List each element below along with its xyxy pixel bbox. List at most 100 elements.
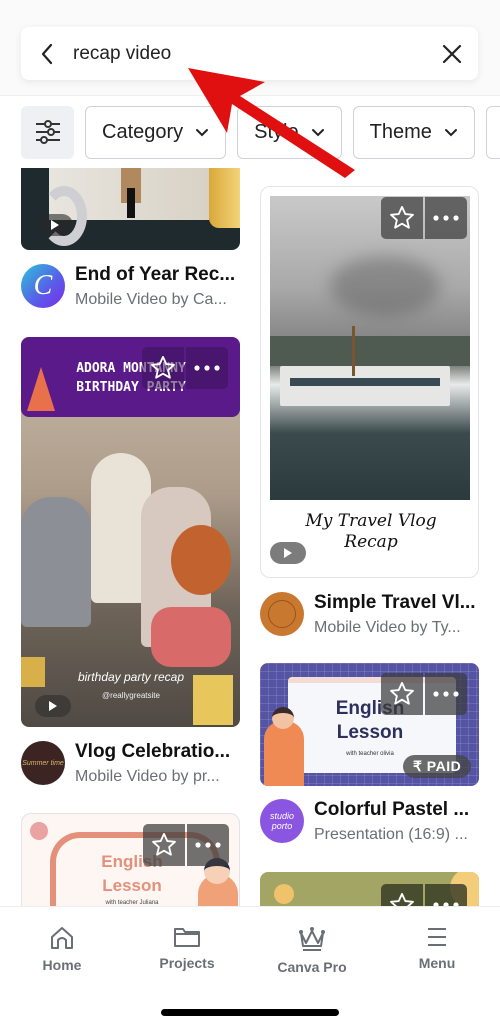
sliders-icon [35,120,60,144]
template-thumbnail[interactable]: English Lesson with teacher Juliana [21,813,240,906]
avatar-letter: C [33,270,53,301]
template-thumbnail[interactable] [260,872,479,906]
chevron-down-icon [444,128,457,136]
chevron-left-icon [41,43,53,64]
filter-chip-theme[interactable]: Theme [352,105,475,159]
nav-projects[interactable]: Projects [137,925,237,971]
creator-avatar [260,592,304,636]
app-screen: Category Style Theme [0,0,500,1027]
card-subtitle: Mobile Video by Ca... [75,291,227,308]
filter-settings-button[interactable] [21,105,74,159]
card-actions [142,347,228,389]
creator-avatar: studio porto [260,799,304,843]
home-icon [51,927,73,949]
card-title[interactable]: Simple Travel Vl... [314,592,476,614]
result-card[interactable]: ADORA MONTANNY BIRTHDAY PARTY birthday p… [21,337,240,797]
more-options-button[interactable] [425,884,467,906]
more-options-button[interactable] [187,824,229,866]
star-icon [151,355,175,379]
nav-label: Menu [418,955,456,971]
more-options-button[interactable] [186,347,228,389]
favorite-button[interactable] [143,824,185,866]
thumbnail-handle: @reallygreatsite [102,691,160,700]
avatar-text: Summer time [22,759,64,767]
result-card[interactable]: My Travel Vlog Recap Simple Travel Vl...… [260,186,479,656]
video-indicator [37,214,73,236]
filter-chip-style[interactable]: Style [237,105,342,159]
card-actions [381,884,467,906]
search-input[interactable] [73,42,426,65]
thumbnail-caption: with teacher olivia [346,751,394,757]
search-bar [21,27,478,80]
avatar-text: studio porto [269,811,295,831]
thumbnail-caption: birthday party recap [77,670,185,684]
search-header [0,0,500,96]
template-thumbnail[interactable] [21,168,240,250]
card-actions [143,824,229,866]
star-icon [390,205,414,229]
template-thumbnail[interactable]: English Lesson with teacher olivia ₹ PAI… [260,663,479,786]
card-subtitle: Mobile Video by Ty... [314,619,461,636]
card-title[interactable]: End of Year Rec... [75,264,235,286]
favorite-button[interactable] [381,884,423,906]
video-indicator [35,695,71,717]
filter-bar: Category Style Theme [0,96,500,168]
nav-menu[interactable]: Menu [387,925,487,971]
paid-badge: ₹ PAID [403,755,472,778]
crown-icon [299,927,325,951]
chip-label: Style [254,120,299,143]
chip-label: Theme [369,120,432,143]
nav-home[interactable]: Home [12,925,112,973]
clear-search-button[interactable] [426,27,478,80]
nav-label: Home [42,957,82,973]
favorite-button[interactable] [381,673,423,715]
filter-chip-category[interactable]: Category [85,105,227,159]
filter-chip-more[interactable] [485,105,500,159]
nav-label: Projects [159,955,215,971]
template-thumbnail[interactable]: ADORA MONTANNY BIRTHDAY PARTY birthday p… [21,337,240,727]
folder-icon [174,928,200,947]
template-thumbnail[interactable]: My Travel Vlog Recap [260,186,479,578]
card-subtitle: Mobile Video by pr... [75,768,220,785]
thumbnail-script-text: My Travel Vlog Recap [305,511,437,552]
card-actions [381,197,467,239]
card-title[interactable]: Colorful Pastel ... [314,799,469,821]
results-grid[interactable]: C End of Year Rec... Mobile Video by Ca.… [0,168,500,906]
result-card[interactable]: English Lesson with teacher olivia ₹ PAI… [260,663,479,863]
video-indicator [270,542,306,564]
favorite-button[interactable] [142,347,184,389]
chevron-down-icon [196,128,209,136]
menu-icon [428,928,446,946]
creator-avatar: C [21,264,65,308]
nav-canva-pro[interactable]: Canva Pro [262,925,362,975]
result-card[interactable] [260,872,479,906]
card-meta: C End of Year Rec... Mobile Video by Ca.… [21,264,235,309]
card-meta: studio porto Colorful Pastel ... Present… [260,799,469,844]
card-actions [381,673,467,715]
nav-label: Canva Pro [277,959,347,975]
close-icon [442,44,462,63]
star-icon [390,681,414,705]
card-meta: Summer time Vlog Celebratio... Mobile Vi… [21,741,230,786]
more-horizontal-icon [433,215,459,221]
creator-avatar: Summer time [21,741,65,785]
chip-label: Category [102,120,184,143]
play-icon [51,220,59,230]
card-meta: Simple Travel Vl... Mobile Video by Ty..… [260,592,476,637]
favorite-button[interactable] [381,197,423,239]
result-card[interactable]: English Lesson with teacher Juliana [21,813,240,906]
more-horizontal-icon [195,842,221,848]
more-options-button[interactable] [425,197,467,239]
star-icon [390,892,414,906]
play-icon [49,701,57,711]
result-card[interactable]: C End of Year Rec... Mobile Video by Ca.… [21,168,240,308]
star-icon [152,832,176,856]
home-indicator[interactable] [161,1009,339,1016]
card-title[interactable]: Vlog Celebratio... [75,741,230,763]
more-options-button[interactable] [425,673,467,715]
play-icon [284,548,292,558]
back-button[interactable] [21,27,73,80]
card-subtitle: Presentation (16:9) ... [314,826,468,843]
more-horizontal-icon [433,691,459,697]
chevron-down-icon [311,128,324,136]
